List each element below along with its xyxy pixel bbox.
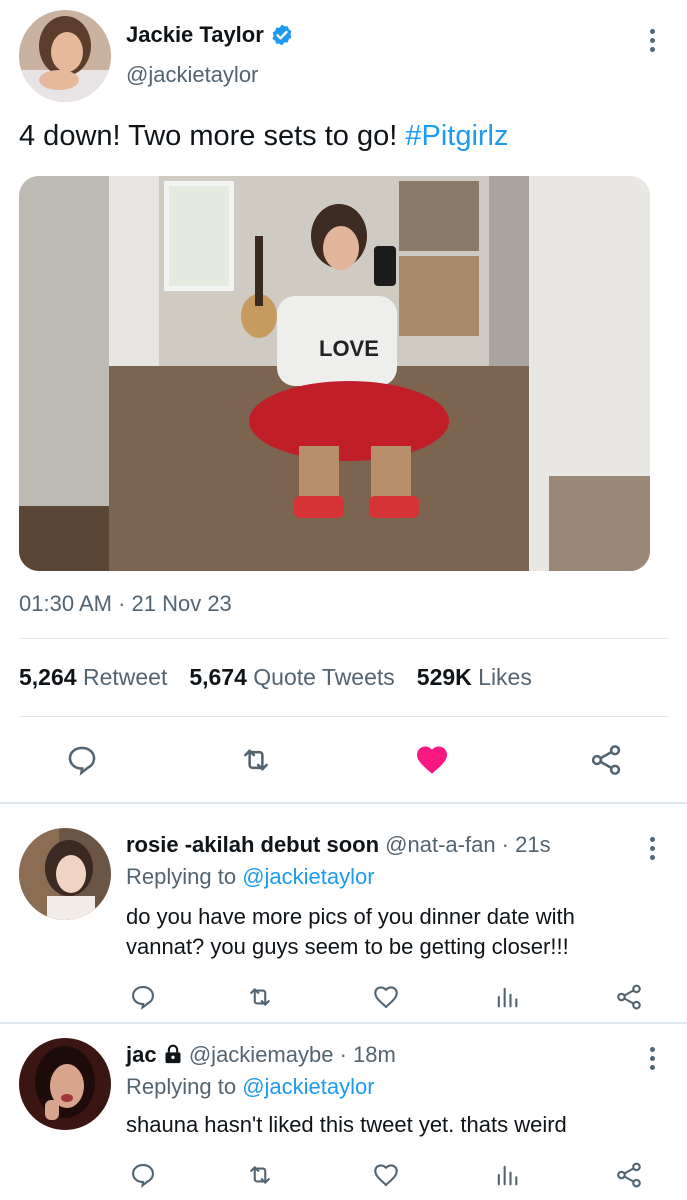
analytics-icon[interactable] bbox=[490, 980, 524, 1014]
more-icon[interactable] bbox=[640, 22, 664, 58]
svg-text:LOVE: LOVE bbox=[319, 336, 379, 361]
reply-meta: @nat-a-fan · 21s bbox=[385, 832, 551, 857]
tweet-timestamp[interactable]: 01:30 AM · 21 Nov 23 bbox=[19, 591, 232, 617]
reply-icon[interactable] bbox=[62, 740, 102, 780]
like-icon[interactable] bbox=[369, 980, 403, 1014]
likes-stat[interactable]: 529K Likes bbox=[417, 664, 532, 691]
replying-prefix: Replying to bbox=[126, 864, 243, 889]
reply-author-name[interactable]: rosie -akilah debut soon bbox=[126, 832, 379, 857]
verified-badge-icon bbox=[272, 24, 292, 46]
reply-icon[interactable] bbox=[126, 980, 160, 1014]
reply-header: jac @jackiemaybe · 18m bbox=[126, 1042, 396, 1068]
share-icon[interactable] bbox=[612, 980, 646, 1014]
reply-text: shauna hasn't liked this tweet yet. that… bbox=[126, 1110, 646, 1140]
reply-text-line: do you have more pics of you dinner date… bbox=[126, 904, 575, 929]
author-handle[interactable]: @jackietaylor bbox=[126, 62, 258, 88]
retweets-count: 5,264 bbox=[19, 664, 77, 690]
share-icon[interactable] bbox=[586, 740, 626, 780]
reply-meta: @jackiemaybe · 18m bbox=[188, 1042, 396, 1067]
tweet-photo[interactable]: LOVE bbox=[19, 176, 650, 571]
reply-tweet[interactable]: jac @jackiemaybe · 18m Replying to @jack… bbox=[0, 1024, 687, 1200]
reply-header: rosie -akilah debut soon @nat-a-fan · 21… bbox=[126, 832, 551, 858]
quotes-count: 5,674 bbox=[189, 664, 247, 690]
reply-action-bar bbox=[0, 1158, 687, 1194]
divider bbox=[19, 716, 669, 717]
reply-author-name[interactable]: jac bbox=[126, 1042, 157, 1067]
retweet-icon[interactable] bbox=[243, 980, 277, 1014]
reply-text-line: vannat? you guys seem to be getting clos… bbox=[126, 934, 569, 959]
replying-prefix: Replying to bbox=[126, 1074, 243, 1099]
more-icon[interactable] bbox=[640, 1040, 664, 1076]
reply-text-line: shauna hasn't liked this tweet yet. that… bbox=[126, 1112, 567, 1137]
quotes-label: Quote Tweets bbox=[253, 664, 395, 690]
share-icon[interactable] bbox=[612, 1158, 646, 1192]
retweet-icon[interactable] bbox=[243, 1158, 277, 1192]
tweet-text: 4 down! Two more sets to go! #Pitgirlz bbox=[19, 120, 509, 153]
reply-action-bar bbox=[0, 980, 687, 1016]
main-action-bar bbox=[0, 740, 687, 784]
main-tweet: Jackie Taylor @jackietaylor 4 down! Two … bbox=[0, 0, 687, 803]
like-icon[interactable] bbox=[369, 1158, 403, 1192]
likes-label: Likes bbox=[478, 664, 532, 690]
retweet-icon[interactable] bbox=[236, 740, 276, 780]
reply-icon[interactable] bbox=[126, 1158, 160, 1192]
replying-to: Replying to @jackietaylor bbox=[126, 1074, 375, 1100]
reply-tweet[interactable]: rosie -akilah debut soon @nat-a-fan · 21… bbox=[0, 804, 687, 1022]
mention-link[interactable]: @jackietaylor bbox=[242, 1074, 374, 1099]
replying-to: Replying to @jackietaylor bbox=[126, 864, 375, 890]
quotes-stat[interactable]: 5,674 Quote Tweets bbox=[189, 664, 394, 691]
likes-count: 529K bbox=[416, 664, 472, 690]
author-name[interactable]: Jackie Taylor bbox=[126, 22, 264, 48]
author-name-row[interactable]: Jackie Taylor bbox=[126, 22, 294, 48]
reply-text: do you have more pics of you dinner date… bbox=[126, 902, 646, 962]
hashtag-link[interactable]: #Pitgirlz bbox=[405, 120, 508, 152]
more-icon[interactable] bbox=[640, 830, 664, 866]
lock-icon bbox=[165, 1044, 181, 1064]
retweets-stat[interactable]: 5,264 Retweet bbox=[19, 664, 167, 691]
analytics-icon[interactable] bbox=[490, 1158, 524, 1192]
mention-link[interactable]: @jackietaylor bbox=[242, 864, 374, 889]
tweet-stats: 5,264 Retweet 5,674 Quote Tweets 529K Li… bbox=[19, 664, 532, 691]
retweets-label: Retweet bbox=[82, 664, 168, 690]
tweet-body: 4 down! Two more sets to go! bbox=[19, 120, 406, 152]
like-icon[interactable] bbox=[410, 740, 454, 780]
divider bbox=[19, 638, 669, 639]
reply-avatar[interactable] bbox=[19, 1038, 111, 1130]
author-avatar[interactable] bbox=[19, 10, 111, 102]
reply-avatar[interactable] bbox=[19, 828, 111, 920]
